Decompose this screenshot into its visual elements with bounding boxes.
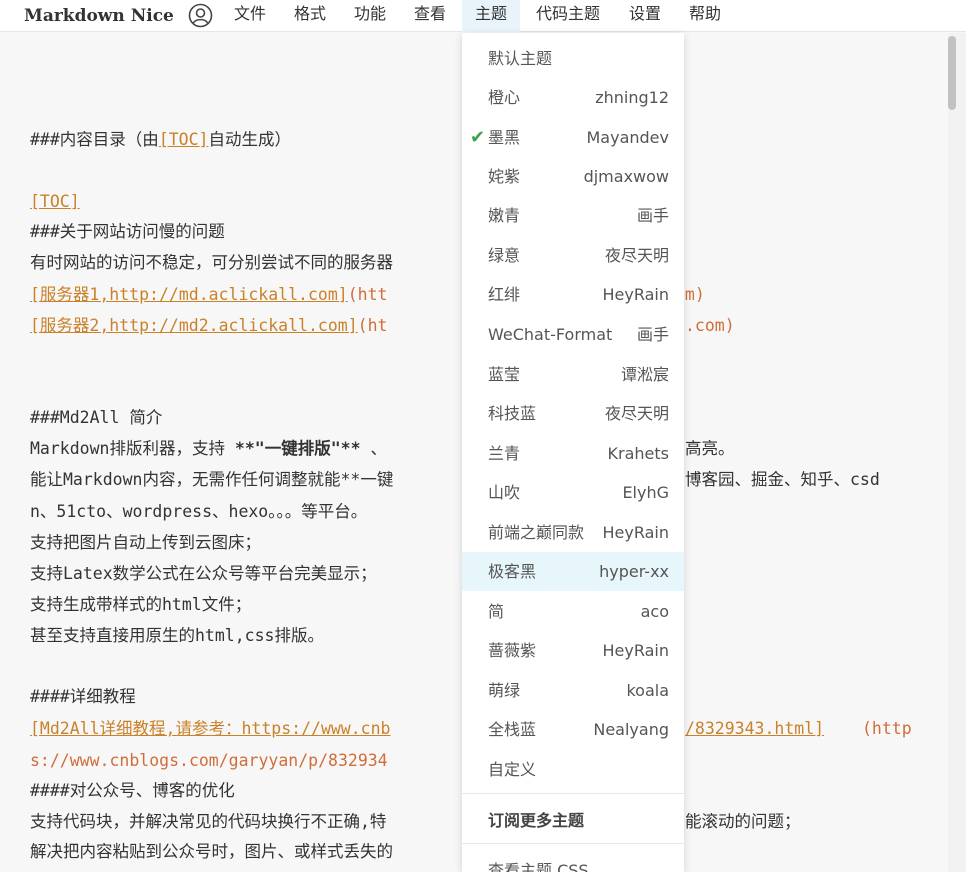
theme-name: 默认主题 xyxy=(488,49,553,68)
theme-name: 自定义 xyxy=(488,760,537,779)
theme-name: 红绯 xyxy=(488,285,521,304)
theme-author: 画手 xyxy=(636,325,669,344)
theme-author: djmaxwow xyxy=(583,167,669,186)
theme-item-red[interactable]: 红绯 HeyRain xyxy=(462,275,684,314)
editor-line: 支持Latex数学公式在公众号等平台完美显示； xyxy=(30,564,377,583)
theme-author: hyper-xx xyxy=(599,562,669,581)
menu-divider xyxy=(462,843,684,844)
theme-name: 嫩青 xyxy=(488,206,521,225)
theme-item-ink-black[interactable]: ✔ 墨黑 Mayandev xyxy=(462,118,684,157)
theme-item-wechat-format[interactable]: WeChat-Format 画手 xyxy=(462,315,684,354)
theme-author: Nealyang xyxy=(593,720,669,739)
theme-item-rose[interactable]: 蔷薇紫 HeyRain xyxy=(462,631,684,670)
menu-function[interactable]: 功能 xyxy=(344,0,396,32)
theme-author: koala xyxy=(626,681,669,700)
theme-item-tender-cyan[interactable]: 嫩青 画手 xyxy=(462,196,684,235)
theme-item-green[interactable]: 绿意 夜尽天明 xyxy=(462,236,684,275)
user-icon[interactable] xyxy=(188,3,213,28)
theme-author: HeyRain xyxy=(602,641,670,660)
theme-name: 墨黑 xyxy=(488,128,521,147)
editor-line: 支持生成带样式的html文件； xyxy=(30,595,252,614)
theme-author: 夜尽天明 xyxy=(604,404,669,423)
theme-name: 萌绿 xyxy=(488,681,521,700)
theme-name: 蓝莹 xyxy=(488,365,521,384)
theme-author: HeyRain xyxy=(602,523,670,542)
check-icon: ✔ xyxy=(470,127,486,148)
theme-author: zhning12 xyxy=(595,88,669,107)
theme-name: WeChat-Format xyxy=(488,325,613,344)
theme-author: 画手 xyxy=(636,206,669,225)
editor-line: 支持把图片自动上传到云图床； xyxy=(30,533,261,552)
theme-item-purple[interactable]: 姹紫 djmaxwow xyxy=(462,157,684,196)
editor-line: ####详细教程 xyxy=(30,687,136,706)
view-theme-css-button[interactable]: 查看主题 CSS xyxy=(462,851,684,872)
theme-item-yamabuki[interactable]: 山吹 ElyhG xyxy=(462,473,684,512)
theme-author: Krahets xyxy=(607,444,669,463)
theme-item-frontend[interactable]: 前端之巅同款 HeyRain xyxy=(462,513,684,552)
theme-name: 全栈蓝 xyxy=(488,720,537,739)
editor-line: n、51cto、wordpress、hexo。。。等平台。 xyxy=(30,502,368,521)
theme-item-fullstack-blue[interactable]: 全栈蓝 Nealyang xyxy=(462,710,684,749)
theme-item-orchid[interactable]: 兰青 Krahets xyxy=(462,434,684,473)
theme-author: Mayandev xyxy=(586,128,670,147)
editor-line: s://www.cnblogs.com/garyyan/p/832934 xyxy=(30,751,388,770)
menu-divider xyxy=(462,793,684,794)
editor-line: ###Md2All 简介 xyxy=(30,408,163,427)
editor-line: ####对公众号、博客的优化 xyxy=(30,781,235,800)
theme-author: 谭淞宸 xyxy=(620,365,669,384)
theme-author: HeyRain xyxy=(602,285,670,304)
menu-format[interactable]: 格式 xyxy=(284,0,336,32)
editor-line: 甚至支持直接用原生的html,css排版。 xyxy=(30,626,324,645)
theme-name: 极客黑 xyxy=(488,562,537,581)
theme-author: aco xyxy=(640,602,669,621)
scrollbar-track[interactable] xyxy=(948,33,966,872)
menu-code-theme[interactable]: 代码主题 xyxy=(528,0,608,32)
editor-line: 解决把内容粘贴到公众号时，图片、或样式丢失的 xyxy=(30,842,393,861)
theme-item-tech-blue[interactable]: 科技蓝 夜尽天明 xyxy=(462,394,684,433)
theme-name: 前端之巅同款 xyxy=(488,523,585,542)
theme-item-blue[interactable]: 蓝莹 谭淞宸 xyxy=(462,355,684,394)
theme-dropdown: 默认主题 橙心 zhning12 ✔ 墨黑 Mayandev 姹紫 djmaxw… xyxy=(462,33,684,872)
theme-item-geek-black[interactable]: 极客黑 hyper-xx xyxy=(462,552,684,591)
editor-line: ###内容目录（由[TOC]自动生成） xyxy=(30,130,291,149)
theme-author: 夜尽天明 xyxy=(604,246,669,265)
theme-item-custom[interactable]: 自定义 xyxy=(462,750,684,789)
theme-name: 橙心 xyxy=(488,88,521,107)
scrollbar-thumb[interactable] xyxy=(948,36,956,110)
app-title: Markdown Nice xyxy=(24,6,174,26)
menu-bar: Markdown Nice 文件 格式 功能 查看 主题 代码主题 设置 帮助 xyxy=(0,0,966,32)
theme-name: 姹紫 xyxy=(488,167,521,186)
theme-name: 山吹 xyxy=(488,483,521,502)
theme-item-simple[interactable]: 简 aco xyxy=(462,592,684,631)
theme-name: 科技蓝 xyxy=(488,404,537,423)
editor-line: ###关于网站访问慢的问题 xyxy=(30,222,225,241)
menu-file[interactable]: 文件 xyxy=(224,0,276,32)
theme-author: ElyhG xyxy=(622,483,669,502)
theme-item-orange[interactable]: 橙心 zhning12 xyxy=(462,78,684,117)
menu-view[interactable]: 查看 xyxy=(404,0,456,32)
subscribe-themes-button[interactable]: 订阅更多主题 xyxy=(462,801,684,840)
theme-name: 蔷薇紫 xyxy=(488,641,537,660)
menu-theme[interactable]: 主题 xyxy=(462,0,520,32)
editor-line: 有时网站的访问不稳定，可分别尝试不同的服务器 xyxy=(30,253,393,272)
theme-name: 绿意 xyxy=(488,246,521,265)
theme-name: 兰青 xyxy=(488,444,521,463)
editor-line: [TOC] xyxy=(30,192,80,211)
theme-name: 简 xyxy=(488,602,505,621)
menu-help[interactable]: 帮助 xyxy=(679,0,731,32)
theme-item-cute-green[interactable]: 萌绿 koala xyxy=(462,671,684,710)
theme-item-default[interactable]: 默认主题 xyxy=(462,39,684,78)
menu-settings[interactable]: 设置 xyxy=(619,0,671,32)
